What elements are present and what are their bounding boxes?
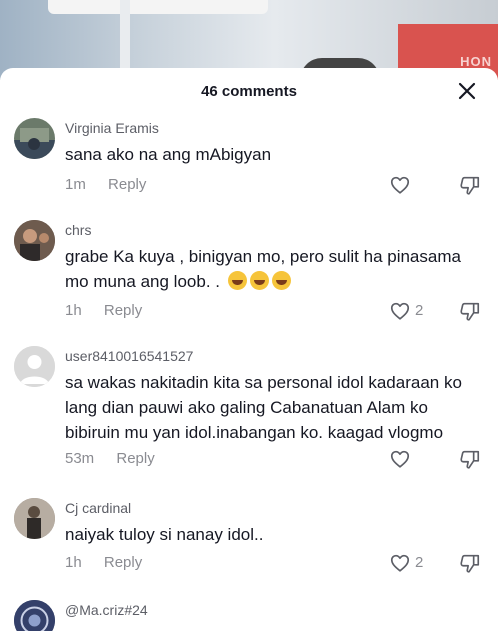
comment-author[interactable]: Cj cardinal xyxy=(65,500,131,516)
avatar[interactable] xyxy=(14,600,55,631)
dislike-icon[interactable] xyxy=(459,300,481,322)
comments-header: 46 comments xyxy=(0,68,498,114)
comment-author[interactable]: @Ma.criz#24 xyxy=(65,602,148,618)
laughing-emoji-icon xyxy=(271,271,291,290)
comment-time: 53m xyxy=(65,450,95,467)
comment-time: 1h xyxy=(65,554,82,571)
heart-icon[interactable] xyxy=(389,300,411,322)
avatar[interactable] xyxy=(14,498,55,539)
comment-text: sana ako na ang mAbigyan xyxy=(65,145,272,164)
heart-icon[interactable] xyxy=(389,552,411,574)
comment-author[interactable]: Virginia Eramis xyxy=(65,120,159,136)
comments-count-title: 46 comments xyxy=(201,83,297,100)
reply-button[interactable]: Reply xyxy=(108,176,146,193)
comment-text: sa wakas nakitadin kita sa personal idol… xyxy=(65,373,462,442)
avatar[interactable] xyxy=(14,118,55,159)
comment-meta: 1h Reply xyxy=(65,302,142,319)
video-caption-box xyxy=(48,0,268,14)
comment-time: 1h xyxy=(65,302,82,319)
avatar[interactable] xyxy=(14,346,55,387)
dislike-icon[interactable] xyxy=(459,448,481,470)
dislike-icon[interactable] xyxy=(459,552,481,574)
comment-author[interactable]: chrs xyxy=(65,222,91,238)
comment-item: chrs grabe Ka kuya , binigyan mo, pero s… xyxy=(0,214,498,334)
laughing-emoji-icon xyxy=(249,271,269,290)
comment-text: grabe Ka kuya , binigyan mo, pero sulit … xyxy=(65,244,485,294)
comment-meta: 1h Reply xyxy=(65,554,142,571)
laughing-emoji-icon xyxy=(227,271,247,290)
reply-button[interactable]: Reply xyxy=(104,302,142,319)
dislike-icon[interactable] xyxy=(459,174,481,196)
comment-author[interactable]: user8410016541527 xyxy=(65,348,193,364)
like-count: 2 xyxy=(415,302,424,319)
comment-item: Cj cardinal naiyak tuloy si nanay idol..… xyxy=(0,492,498,592)
comment-meta: 1m Reply xyxy=(65,176,146,193)
comment-item: Virginia Eramis sana ako na ang mAbigyan… xyxy=(0,114,498,210)
heart-icon[interactable] xyxy=(389,448,411,470)
reply-button[interactable]: Reply xyxy=(104,554,142,571)
video-pillar xyxy=(120,0,130,70)
like-count: 2 xyxy=(415,554,424,571)
close-icon[interactable] xyxy=(456,80,478,102)
reply-button[interactable]: Reply xyxy=(116,450,154,467)
comment-text: naiyak tuloy si nanay idol.. xyxy=(65,525,264,544)
heart-icon[interactable] xyxy=(389,174,411,196)
avatar[interactable] xyxy=(14,220,55,261)
comment-time: 1m xyxy=(65,176,86,193)
comment-item: @Ma.criz#24 xyxy=(0,596,498,631)
comment-item: user8410016541527 sa wakas nakitadin kit… xyxy=(0,340,498,476)
comment-meta: 53m Reply xyxy=(65,450,155,467)
comments-sheet: 46 comments Virginia Eramis sana ako na … xyxy=(0,68,498,631)
